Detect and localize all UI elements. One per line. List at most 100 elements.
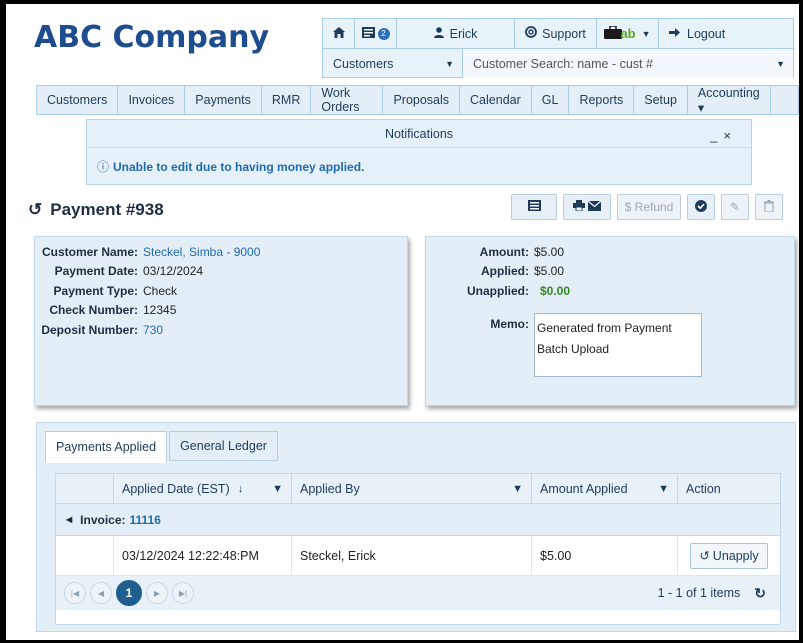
print-email-button[interactable]: [563, 194, 611, 220]
payment-title: Payment #938: [50, 200, 164, 219]
details-button[interactable]: [511, 194, 557, 220]
page-1-button[interactable]: 1: [116, 580, 142, 606]
nav-proposals[interactable]: Proposals: [383, 86, 461, 114]
chevron-down-icon: ▼: [641, 28, 651, 39]
collapse-icon[interactable]: ◀: [66, 515, 72, 524]
pager-info: 1 - 1 of 1 items: [657, 586, 741, 600]
refund-button[interactable]: $ Refund: [617, 194, 681, 220]
lifebuoy-icon: [525, 26, 538, 41]
applied-date-header: Applied Date (EST): [122, 481, 230, 496]
column-applied-date[interactable]: Applied Date (EST) ↓ ▼: [114, 474, 292, 503]
sort-down-icon: ↓: [237, 482, 244, 495]
payment-type-label: Payment Type:: [53, 283, 138, 298]
last-page-icon[interactable]: ▶|: [172, 582, 194, 604]
customer-name-label: Customer Name:: [41, 244, 138, 259]
column-applied-by[interactable]: Applied By ▼: [292, 474, 532, 503]
amount-value: $5.00: [534, 244, 565, 259]
indent-cell: [56, 536, 114, 575]
amount-applied-cell: $5.00: [532, 536, 678, 575]
user-icon: [433, 26, 444, 41]
nav-accounting[interactable]: Accounting ▾: [688, 86, 771, 115]
column-amount-applied[interactable]: Amount Applied ▼: [532, 474, 678, 503]
delete-button[interactable]: [755, 194, 783, 220]
grid-group-col: [56, 474, 114, 503]
deposit-number-label: Deposit Number:: [41, 322, 138, 337]
customer-name-link[interactable]: Steckel, Simba - 9000: [143, 245, 260, 259]
refresh-icon[interactable]: ↻: [754, 585, 766, 602]
prev-page-icon[interactable]: ◀: [90, 582, 112, 604]
news-icon: [361, 26, 375, 41]
filter-icon[interactable]: ▼: [658, 483, 669, 495]
filter-icon[interactable]: ▼: [512, 483, 523, 495]
logout-label: Logout: [687, 26, 726, 41]
applied-value: $5.00: [534, 264, 565, 279]
nav-work-orders[interactable]: Work Orders: [311, 86, 384, 114]
notifications-panel: Notifications _× ⓘ Unable to edit due to …: [86, 119, 752, 185]
payment-details-panel: Customer Name: Steckel, Simba - 9000 Paym…: [34, 236, 408, 406]
nav-calendar[interactable]: Calendar: [460, 86, 532, 114]
customer-search-input[interactable]: Customer Search: name - cust # ▼: [463, 49, 793, 78]
company-badge: ab: [620, 26, 636, 41]
nav-setup[interactable]: Setup: [634, 86, 688, 114]
search-type-select[interactable]: Customers ▼: [323, 49, 463, 78]
payment-tabs-section: Payments Applied General Ledger Applied …: [36, 422, 796, 632]
chevron-down-icon: ▼: [445, 58, 454, 69]
deposit-number-link[interactable]: 730: [143, 323, 163, 337]
logout-icon: [669, 27, 681, 41]
nav-invoices[interactable]: Invoices: [118, 86, 186, 114]
nav-payments[interactable]: Payments: [185, 86, 262, 114]
main-nav: Customers Invoices Payments RMR Work Ord…: [36, 85, 799, 115]
unapply-button[interactable]: ↺ Unapply: [690, 542, 768, 569]
invoice-group-row[interactable]: ◀ Invoice: 11116: [56, 504, 780, 536]
memo-field[interactable]: Generated from Payment Batch Upload: [534, 312, 702, 377]
unapplied-value: $0.00: [540, 283, 571, 298]
minimize-icon[interactable]: _: [710, 128, 723, 143]
filter-icon[interactable]: ▼: [272, 483, 283, 495]
approve-button[interactable]: [687, 194, 715, 220]
print-icon: [573, 200, 585, 214]
grid-pager: |◀ ◀ 1 ▶ ▶| 1 - 1 of 1 items ↻: [56, 576, 780, 610]
support-button[interactable]: Support: [515, 19, 597, 48]
nav-rmr[interactable]: RMR: [262, 86, 312, 114]
next-page-icon[interactable]: ▶: [146, 582, 168, 604]
check-circle-icon: [695, 199, 707, 215]
user-name: Erick: [449, 26, 478, 41]
tab-payments-applied[interactable]: Payments Applied: [45, 431, 168, 463]
search-placeholder: Customer Search: name - cust #: [473, 56, 653, 71]
news-badge: 2: [377, 27, 390, 40]
tab-general-ledger[interactable]: General Ledger: [169, 431, 278, 461]
logout-button[interactable]: Logout: [659, 19, 793, 48]
app-frame: ABC Company 2 Erick Support ab ▼ Logout …: [6, 4, 799, 640]
payment-date-label: Payment Date:: [54, 264, 138, 279]
nav-reports[interactable]: Reports: [569, 86, 635, 114]
amount-applied-header: Amount Applied: [540, 481, 628, 496]
close-icon[interactable]: ×: [723, 128, 737, 143]
unapplied-label: Unapplied:: [467, 283, 529, 298]
table-row: 03/12/2024 12:22:48:PM Steckel, Erick $5…: [56, 536, 780, 576]
news-button[interactable]: 2: [355, 19, 397, 48]
list-icon: [527, 200, 541, 214]
home-icon: [332, 26, 345, 41]
history-icon[interactable]: ↺: [28, 200, 42, 219]
applied-by-cell: Steckel, Erick: [292, 536, 532, 575]
home-button[interactable]: [323, 19, 355, 48]
check-number-label: Check Number:: [49, 303, 138, 318]
edit-icon: ✎: [729, 200, 741, 214]
payments-applied-grid: Applied Date (EST) ↓ ▼ Applied By ▼ Amou…: [55, 473, 781, 625]
notifications-title: Notifications: [384, 127, 454, 141]
first-page-icon[interactable]: |◀: [64, 582, 86, 604]
chevron-down-icon[interactable]: ▼: [776, 59, 785, 69]
unapply-label: Unapply: [712, 548, 759, 563]
memo-label: Memo:: [490, 316, 529, 331]
undo-icon: ↺: [699, 549, 710, 563]
payment-date-value: 03/12/2024: [143, 264, 204, 279]
user-menu[interactable]: Erick: [397, 19, 515, 48]
edit-button[interactable]: ✎: [721, 194, 749, 220]
company-logo[interactable]: ABC Company: [34, 20, 269, 55]
company-switcher[interactable]: ab ▼: [597, 19, 659, 48]
envelope-icon: [587, 200, 602, 214]
invoice-link[interactable]: 11116: [130, 513, 161, 527]
nav-gl[interactable]: GL: [532, 86, 570, 114]
nav-customers[interactable]: Customers: [37, 86, 119, 114]
